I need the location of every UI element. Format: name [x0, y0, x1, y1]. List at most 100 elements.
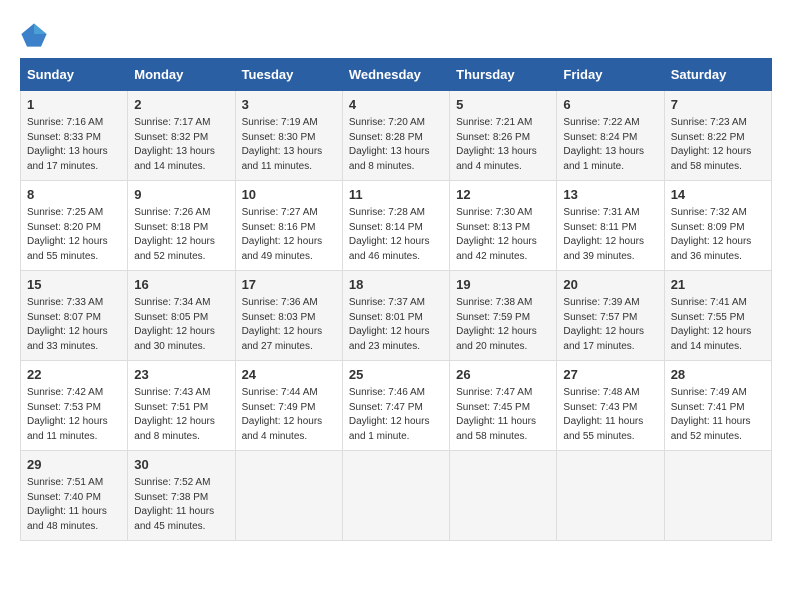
day-info: Sunrise: 7:46 AM Sunset: 7:47 PM Dayligh… [349, 386, 443, 444]
calendar-cell: 8 Sunrise: 7:25 AM Sunset: 8:20 PM Daylig… [21, 181, 128, 271]
day-number: 20 [563, 276, 657, 294]
calendar-cell: 3 Sunrise: 7:19 AM Sunset: 8:30 PM Daylig… [235, 91, 342, 181]
day-number: 29 [27, 456, 121, 474]
day-number: 24 [242, 366, 336, 384]
header-day-friday: Friday [557, 59, 664, 91]
day-number: 17 [242, 276, 336, 294]
day-info: Sunrise: 7:37 AM Sunset: 8:01 PM Dayligh… [349, 296, 443, 354]
day-info: Sunrise: 7:33 AM Sunset: 8:07 PM Dayligh… [27, 296, 121, 354]
day-number: 8 [27, 186, 121, 204]
day-info: Sunrise: 7:41 AM Sunset: 7:55 PM Dayligh… [671, 296, 765, 354]
day-number: 11 [349, 186, 443, 204]
day-info: Sunrise: 7:20 AM Sunset: 8:28 PM Dayligh… [349, 116, 443, 174]
logo-icon [20, 20, 48, 48]
calendar-cell: 5 Sunrise: 7:21 AM Sunset: 8:26 PM Daylig… [450, 91, 557, 181]
day-info: Sunrise: 7:52 AM Sunset: 7:38 PM Dayligh… [134, 476, 228, 534]
calendar-cell: 22 Sunrise: 7:42 AM Sunset: 7:53 PM Dayli… [21, 361, 128, 451]
week-row-5: 29 Sunrise: 7:51 AM Sunset: 7:40 PM Dayli… [21, 451, 772, 541]
logo [20, 20, 52, 48]
header-day-wednesday: Wednesday [342, 59, 449, 91]
day-info: Sunrise: 7:34 AM Sunset: 8:05 PM Dayligh… [134, 296, 228, 354]
calendar-cell: 2Sunrise: 7:17 AM Sunset: 8:32 PM Daylig… [128, 91, 235, 181]
day-info: Sunrise: 7:22 AM Sunset: 8:24 PM Dayligh… [563, 116, 657, 174]
calendar-cell: 15 Sunrise: 7:33 AM Sunset: 8:07 PM Dayli… [21, 271, 128, 361]
week-row-3: 15 Sunrise: 7:33 AM Sunset: 8:07 PM Dayli… [21, 271, 772, 361]
calendar-cell [557, 451, 664, 541]
day-number: 1 [27, 96, 121, 114]
day-number: 23 [134, 366, 228, 384]
calendar-cell: 7 Sunrise: 7:23 AM Sunset: 8:22 PM Daylig… [664, 91, 771, 181]
calendar-cell: 26 Sunrise: 7:47 AM Sunset: 7:45 PM Dayli… [450, 361, 557, 451]
week-row-1: 1 Sunrise: 7:16 AM Sunset: 8:33 PM Daylig… [21, 91, 772, 181]
calendar-cell: 10 Sunrise: 7:27 AM Sunset: 8:16 PM Dayli… [235, 181, 342, 271]
day-info: Sunrise: 7:51 AM Sunset: 7:40 PM Dayligh… [27, 476, 121, 534]
day-info: Sunrise: 7:36 AM Sunset: 8:03 PM Dayligh… [242, 296, 336, 354]
week-row-4: 22 Sunrise: 7:42 AM Sunset: 7:53 PM Dayli… [21, 361, 772, 451]
header-day-thursday: Thursday [450, 59, 557, 91]
calendar-cell: 9 Sunrise: 7:26 AM Sunset: 8:18 PM Daylig… [128, 181, 235, 271]
calendar-cell: 23Sunrise: 7:43 AM Sunset: 7:51 PM Dayli… [128, 361, 235, 451]
calendar-cell: 14 Sunrise: 7:32 AM Sunset: 8:09 PM Dayli… [664, 181, 771, 271]
day-info: Sunrise: 7:25 AM Sunset: 8:20 PM Dayligh… [27, 206, 121, 264]
day-number: 10 [242, 186, 336, 204]
day-number: 12 [456, 186, 550, 204]
day-number: 22 [27, 366, 121, 384]
day-info: Sunrise: 7:39 AM Sunset: 7:57 PM Dayligh… [563, 296, 657, 354]
day-number: 26 [456, 366, 550, 384]
day-info: Sunrise: 7:44 AM Sunset: 7:49 PM Dayligh… [242, 386, 336, 444]
day-info: Sunrise: 7:42 AM Sunset: 7:53 PM Dayligh… [27, 386, 121, 444]
day-info: Sunrise: 7:27 AM Sunset: 8:16 PM Dayligh… [242, 206, 336, 264]
day-info: Sunrise: 7:16 AM Sunset: 8:33 PM Dayligh… [27, 116, 121, 174]
calendar-cell [342, 451, 449, 541]
calendar-cell: 19Sunrise: 7:38 AM Sunset: 7:59 PM Dayli… [450, 271, 557, 361]
day-info: Sunrise: 7:21 AM Sunset: 8:26 PM Dayligh… [456, 116, 550, 174]
calendar-cell: 12 Sunrise: 7:30 AM Sunset: 8:13 PM Dayli… [450, 181, 557, 271]
day-number: 13 [563, 186, 657, 204]
calendar-cell [664, 451, 771, 541]
calendar-cell: 21Sunrise: 7:41 AM Sunset: 7:55 PM Dayli… [664, 271, 771, 361]
day-info: Sunrise: 7:26 AM Sunset: 8:18 PM Dayligh… [134, 206, 228, 264]
day-number: 5 [456, 96, 550, 114]
day-number: 15 [27, 276, 121, 294]
calendar-cell: 13Sunrise: 7:31 AM Sunset: 8:11 PM Dayli… [557, 181, 664, 271]
calendar-cell: 28 Sunrise: 7:49 AM Sunset: 7:41 PM Dayli… [664, 361, 771, 451]
day-info: Sunrise: 7:23 AM Sunset: 8:22 PM Dayligh… [671, 116, 765, 174]
day-number: 16 [134, 276, 228, 294]
calendar-cell: 27 Sunrise: 7:48 AM Sunset: 7:43 PM Dayli… [557, 361, 664, 451]
day-info: Sunrise: 7:30 AM Sunset: 8:13 PM Dayligh… [456, 206, 550, 264]
calendar-cell: 25 Sunrise: 7:46 AM Sunset: 7:47 PM Dayli… [342, 361, 449, 451]
header-day-saturday: Saturday [664, 59, 771, 91]
day-number: 28 [671, 366, 765, 384]
day-info: Sunrise: 7:38 AM Sunset: 7:59 PM Dayligh… [456, 296, 550, 354]
day-number: 27 [563, 366, 657, 384]
calendar-cell: 1 Sunrise: 7:16 AM Sunset: 8:33 PM Daylig… [21, 91, 128, 181]
page-header [20, 20, 772, 48]
calendar-cell: 30Sunrise: 7:52 AM Sunset: 7:38 PM Dayli… [128, 451, 235, 541]
header-day-tuesday: Tuesday [235, 59, 342, 91]
day-info: Sunrise: 7:47 AM Sunset: 7:45 PM Dayligh… [456, 386, 550, 444]
day-number: 18 [349, 276, 443, 294]
calendar-table: SundayMondayTuesdayWednesdayThursdayFrid… [20, 58, 772, 541]
calendar-header: SundayMondayTuesdayWednesdayThursdayFrid… [21, 59, 772, 91]
calendar-cell: 11Sunrise: 7:28 AM Sunset: 8:14 PM Dayli… [342, 181, 449, 271]
calendar-cell [450, 451, 557, 541]
header-day-sunday: Sunday [21, 59, 128, 91]
day-info: Sunrise: 7:19 AM Sunset: 8:30 PM Dayligh… [242, 116, 336, 174]
calendar-cell [235, 451, 342, 541]
calendar-cell: 20 Sunrise: 7:39 AM Sunset: 7:57 PM Dayli… [557, 271, 664, 361]
calendar-cell: 6 Sunrise: 7:22 AM Sunset: 8:24 PM Daylig… [557, 91, 664, 181]
day-number: 4 [349, 96, 443, 114]
day-number: 6 [563, 96, 657, 114]
day-number: 3 [242, 96, 336, 114]
day-number: 14 [671, 186, 765, 204]
calendar-body: 1 Sunrise: 7:16 AM Sunset: 8:33 PM Daylig… [21, 91, 772, 541]
day-info: Sunrise: 7:32 AM Sunset: 8:09 PM Dayligh… [671, 206, 765, 264]
day-info: Sunrise: 7:17 AM Sunset: 8:32 PM Dayligh… [134, 116, 228, 174]
day-number: 9 [134, 186, 228, 204]
day-info: Sunrise: 7:48 AM Sunset: 7:43 PM Dayligh… [563, 386, 657, 444]
header-day-monday: Monday [128, 59, 235, 91]
day-number: 7 [671, 96, 765, 114]
day-number: 25 [349, 366, 443, 384]
day-info: Sunrise: 7:49 AM Sunset: 7:41 PM Dayligh… [671, 386, 765, 444]
calendar-cell: 4 Sunrise: 7:20 AM Sunset: 8:28 PM Daylig… [342, 91, 449, 181]
